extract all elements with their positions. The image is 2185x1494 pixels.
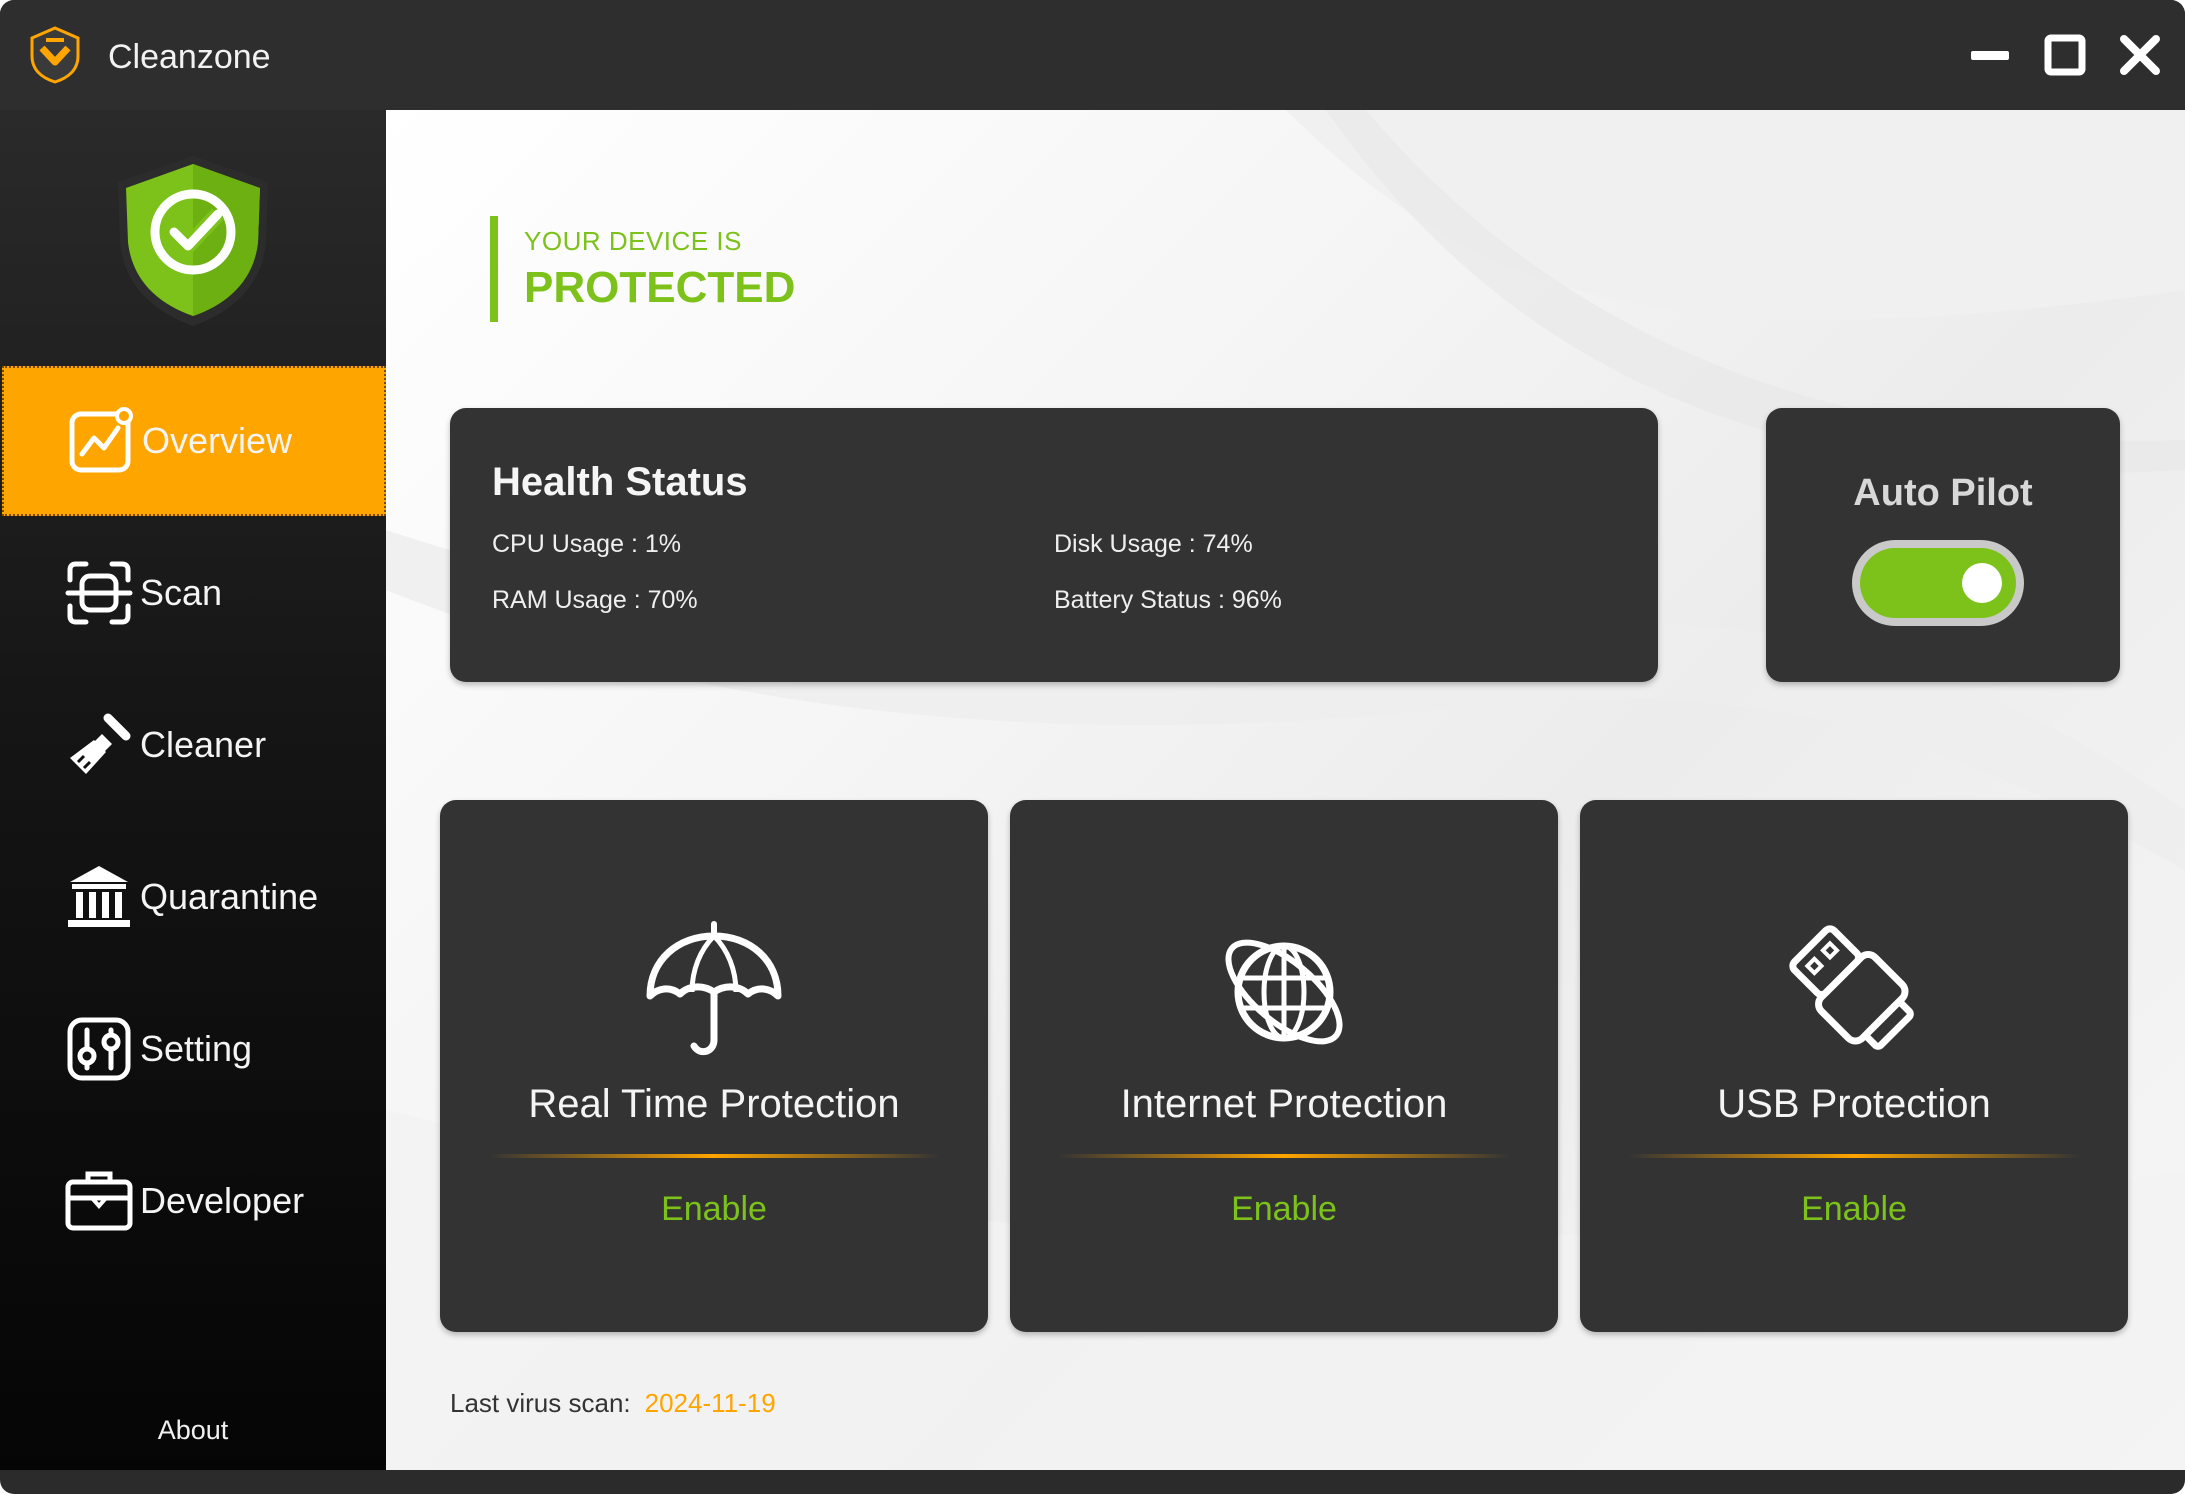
globe-icon: [1225, 939, 1343, 1045]
sliders-icon: [67, 1017, 131, 1081]
sidebar-item-developer[interactable]: Developer: [2, 1126, 386, 1276]
autopilot-card: Auto Pilot: [1766, 408, 2120, 682]
ram-usage: RAM Usage : 70%: [492, 586, 698, 614]
status-title: PROTECTED: [524, 263, 796, 312]
sidebar-item-setting[interactable]: Setting: [2, 974, 386, 1124]
shield-check-icon: [118, 156, 268, 326]
usb-protection-enable[interactable]: Enable: [1580, 1190, 2128, 1229]
about-link[interactable]: About: [0, 1415, 386, 1446]
divider: [488, 1154, 940, 1158]
internet-protection-card: Internet Protection Enable: [1010, 800, 1558, 1332]
autopilot-title: Auto Pilot: [1853, 472, 2033, 514]
health-title: Health Status: [492, 460, 748, 504]
sidebar-item-cleaner[interactable]: Cleaner: [2, 670, 386, 820]
divider: [1058, 1154, 1510, 1158]
usb-protection-card: USB Protection Enable: [1580, 800, 2128, 1332]
sidebar-item-label: Cleaner: [140, 724, 267, 765]
app-logo-icon: [30, 26, 80, 84]
toggle-knob: [1962, 563, 2002, 603]
close-icon[interactable]: [2115, 30, 2165, 80]
sidebar-item-quarantine[interactable]: Quarantine: [2, 822, 386, 972]
divider: [1628, 1154, 2080, 1158]
internet-protection-enable[interactable]: Enable: [1010, 1190, 1558, 1229]
minimize-icon[interactable]: [1965, 30, 2015, 80]
disk-usage: Disk Usage : 74%: [1054, 530, 1253, 558]
app-title: Cleanzone: [108, 38, 271, 76]
last-virus-scan: Last virus scan: 2024-11-19: [450, 1388, 776, 1419]
sidebar-item-label: Quarantine: [140, 876, 319, 917]
app-window: Cleanzone Overview Scan Cleaner Quaranti…: [0, 0, 2185, 1494]
scan-icon: [65, 561, 133, 625]
autopilot-toggle[interactable]: [1852, 540, 2024, 626]
last-scan-label: Last virus scan:: [450, 1388, 631, 1418]
sidebar: Overview Scan Cleaner Quarantine Setting…: [0, 110, 386, 1470]
bank-icon: [68, 866, 130, 927]
chart-icon: [69, 407, 133, 473]
briefcase-icon: [65, 1171, 133, 1231]
main-content: YOUR DEVICE IS PROTECTED Health Status C…: [386, 110, 2185, 1470]
toggle-track: [1860, 548, 2016, 618]
protection-title: Real Time Protection: [528, 1082, 900, 1126]
brush-icon: [70, 713, 131, 774]
maximize-icon[interactable]: [2040, 30, 2090, 80]
sidebar-item-scan[interactable]: Scan: [2, 518, 386, 668]
title-bar: Cleanzone: [0, 0, 2185, 110]
sidebar-item-label: Scan: [140, 572, 223, 613]
umbrella-icon: [646, 921, 782, 1056]
protection-status: YOUR DEVICE IS PROTECTED: [490, 216, 795, 322]
battery-status: Battery Status : 96%: [1054, 586, 1282, 614]
last-scan-date: 2024-11-19: [644, 1388, 776, 1418]
sidebar-item-label: Developer: [140, 1180, 305, 1221]
protection-title: Internet Protection: [1120, 1082, 1448, 1126]
sidebar-item-label: Overview: [142, 420, 293, 461]
health-status-card: Health Status CPU Usage : 1% RAM Usage :…: [450, 408, 1658, 682]
sidebar-item-label: Setting: [140, 1028, 253, 1069]
cpu-usage: CPU Usage : 1%: [492, 530, 681, 558]
sidebar-item-overview[interactable]: Overview: [2, 366, 386, 516]
status-subtitle: YOUR DEVICE IS: [524, 226, 742, 256]
real-time-protection-card: Real Time Protection Enable: [440, 800, 988, 1332]
protection-title: USB Protection: [1717, 1082, 1991, 1126]
real-time-protection-enable[interactable]: Enable: [440, 1190, 988, 1229]
usb-icon: [1789, 925, 1914, 1050]
